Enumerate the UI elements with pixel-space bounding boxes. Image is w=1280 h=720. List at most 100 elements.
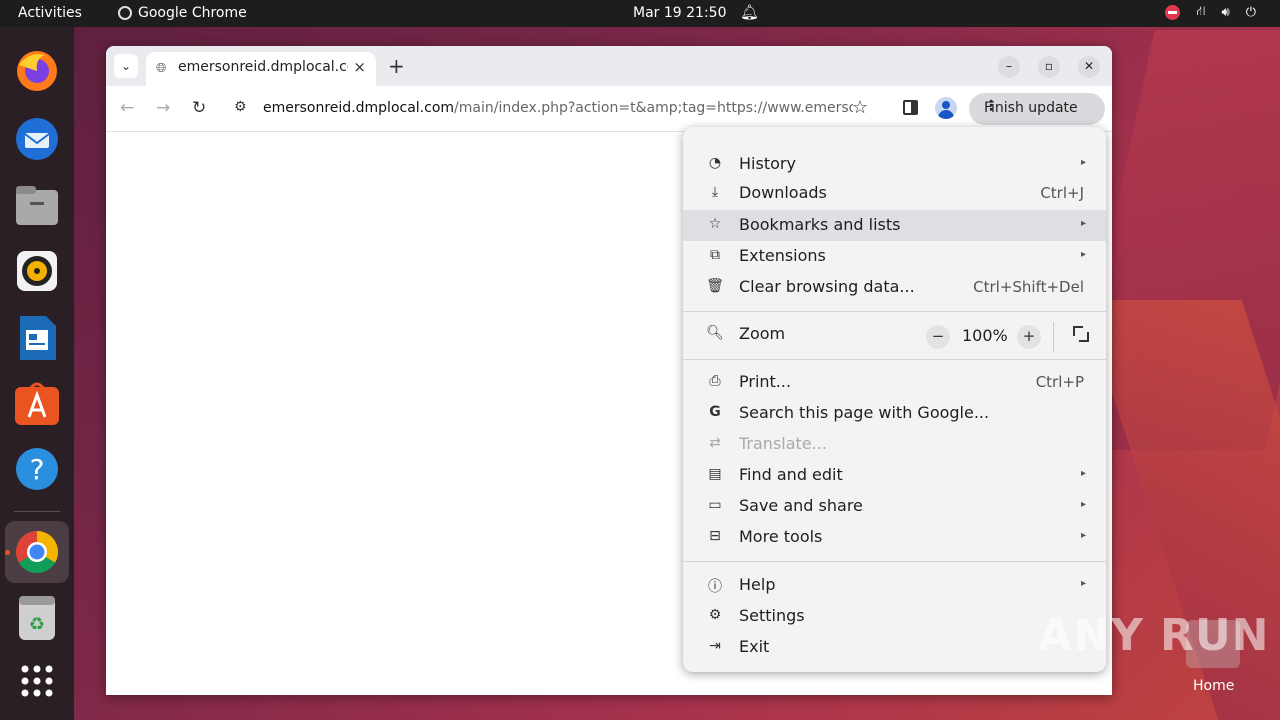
finish-update-button[interactable]: Finish update ⋮ [969,93,1105,125]
menu-item-label: Help [739,575,776,594]
menu-item-label: Find and edit [739,465,843,484]
forward-button[interactable]: → [156,98,170,118]
menu-item-clear-browsing-data[interactable]: 🗑︎ Clear browsing data... Ctrl+Shift+Del [683,272,1106,303]
star-icon: ☆ [708,216,722,232]
clock[interactable]: Mar 19 21:50 [633,5,726,21]
home-folder-label: Home [1193,678,1235,694]
active-tab[interactable]: 🌐︎ emersonreid.dmplocal.com × [146,52,376,86]
app-name: Google Chrome [138,5,247,21]
submenu-arrow-icon: ▸ [1080,468,1086,479]
tab-search-dropdown[interactable]: ⌄ [114,54,138,78]
browser-toolbar: ← → ↻ ⚙︎ emersonreid.dmplocal.com/main/i… [106,86,1112,132]
help-icon: ⓘ [708,579,722,595]
libreoffice-writer-icon[interactable] [13,314,61,362]
tab-title: emersonreid.dmplocal.com [178,59,348,75]
submenu-arrow-icon: ▸ [1080,530,1086,541]
tab-strip: ⌄ 🌐︎ emersonreid.dmplocal.com × + – ▫ ✕ [106,46,1112,86]
extension-icon: ⧉ [710,247,720,263]
site-info-icon[interactable]: ⚙︎ [234,99,247,115]
trash-icon: 🗑︎ [706,278,724,294]
translate-icon: ⇄ [709,435,721,451]
menu-item-save-and-share[interactable]: ▭ Save and share ▸ [683,491,1106,522]
anyrun-watermark: ANY RUN [1038,610,1270,661]
system-tray[interactable]: ⛙ 🔊︎ ⏻ [1165,4,1256,21]
download-icon: ⤓ [711,184,719,200]
menu-item-label: Clear browsing data... [739,277,915,296]
menu-item-downloads[interactable]: ⤓ Downloads Ctrl+J [683,178,1106,209]
fullscreen-icon[interactable] [1073,326,1089,342]
activities-button[interactable]: Activities [18,5,82,21]
menu-item-search-with-google[interactable]: G Search this page with Google... [683,398,1106,429]
running-indicator [5,550,10,555]
menu-item-label: Extensions [739,246,826,265]
submenu-arrow-icon: ▸ [1080,499,1086,510]
globe-icon: 🌐︎ [156,61,167,76]
close-window-button[interactable]: ✕ [1078,56,1100,78]
menu-separator [683,359,1106,360]
reload-button[interactable]: ↻ [192,98,206,118]
top-bar: Activities Google Chrome Mar 19 21:50 🔔︎… [0,0,1280,27]
menu-item-label: Zoom [739,324,786,343]
menu-item-extensions[interactable]: ⧉ Extensions ▸ [683,241,1106,272]
menu-item-print[interactable]: ⎙ Print... Ctrl+P [683,367,1106,398]
menu-item-label: Exit [739,637,770,656]
maximize-button[interactable]: ▫ [1038,56,1060,78]
menu-item-label: Save and share [739,496,863,515]
submenu-arrow-icon: ▸ [1080,249,1086,260]
zoom-icon: 🔍︎ [706,325,724,341]
firefox-icon[interactable] [13,47,61,95]
new-tab-button[interactable]: + [388,54,405,78]
app-center-icon[interactable] [13,379,61,427]
menu-separator [683,311,1106,312]
power-icon: ⏻ [1245,5,1256,20]
trash-icon[interactable]: ♻ [13,594,61,642]
zoom-level: 100% [962,326,1008,345]
submenu-arrow-icon: ▸ [1080,578,1086,589]
dock-separator [14,511,60,512]
menu-item-bookmarks[interactable]: ☆ Bookmarks and lists ▸ [683,210,1106,241]
rhythmbox-icon[interactable] [13,247,61,295]
app-grid-icon[interactable] [13,657,61,705]
thunderbird-icon[interactable] [13,115,61,163]
network-icon: ⛙ [1196,4,1206,19]
menu-item-label: Translate... [739,434,827,453]
print-icon: ⎙ [709,373,721,389]
chrome-main-menu: ◔ History ▸ ⤓ Downloads Ctrl+J ☆ Bookmar… [683,127,1106,672]
zoom-in-button[interactable]: + [1017,325,1041,349]
menu-item-help[interactable]: ⓘ Help ▸ [683,570,1106,601]
menu-item-label: History [739,154,796,173]
chrome-small-icon [118,6,132,20]
menu-item-find-and-edit[interactable]: ▤ Find and edit ▸ [683,460,1106,491]
menu-shortcut: Ctrl+Shift+Del [973,278,1084,296]
url-text[interactable]: emersonreid.dmplocal.com/main/index.php?… [263,100,853,116]
save-icon: ▭ [708,497,722,513]
app-menu[interactable]: Google Chrome [118,5,247,21]
close-tab-icon[interactable]: × [353,58,366,76]
menu-separator [683,561,1106,562]
submenu-arrow-icon: ▸ [1080,218,1086,229]
side-panel-icon[interactable] [903,100,918,115]
menu-item-more-tools[interactable]: ⊟ More tools ▸ [683,522,1106,553]
chrome-icon[interactable] [13,528,61,576]
minimize-button[interactable]: – [998,56,1020,78]
profile-avatar[interactable] [935,97,957,119]
svg-text:?: ? [30,453,45,486]
bell-icon: 🔔︎ [740,3,760,21]
menu-item-label: Bookmarks and lists [739,215,901,234]
zoom-divider [1053,322,1054,352]
menu-item-history[interactable]: ◔ History ▸ [683,149,1106,180]
back-button[interactable]: ← [120,98,134,118]
menu-item-label: Print... [739,372,792,391]
menu-item-label: Downloads [739,183,827,202]
bookmark-star-icon[interactable]: ☆ [852,97,868,118]
do-not-disturb-icon [1165,5,1181,20]
url-path: /main/index.php?action=t&amp;tag=https:/… [454,100,853,116]
dock: ? ♻ [0,27,74,720]
history-icon: ◔ [708,155,722,171]
zoom-out-button[interactable]: − [926,325,950,349]
files-icon[interactable] [13,182,61,230]
address-bar[interactable]: ⚙︎ emersonreid.dmplocal.com/main/index.p… [226,92,886,126]
svg-text:♻: ♻ [29,614,45,635]
help-icon[interactable]: ? [13,445,61,493]
find-icon: ▤ [708,466,722,482]
